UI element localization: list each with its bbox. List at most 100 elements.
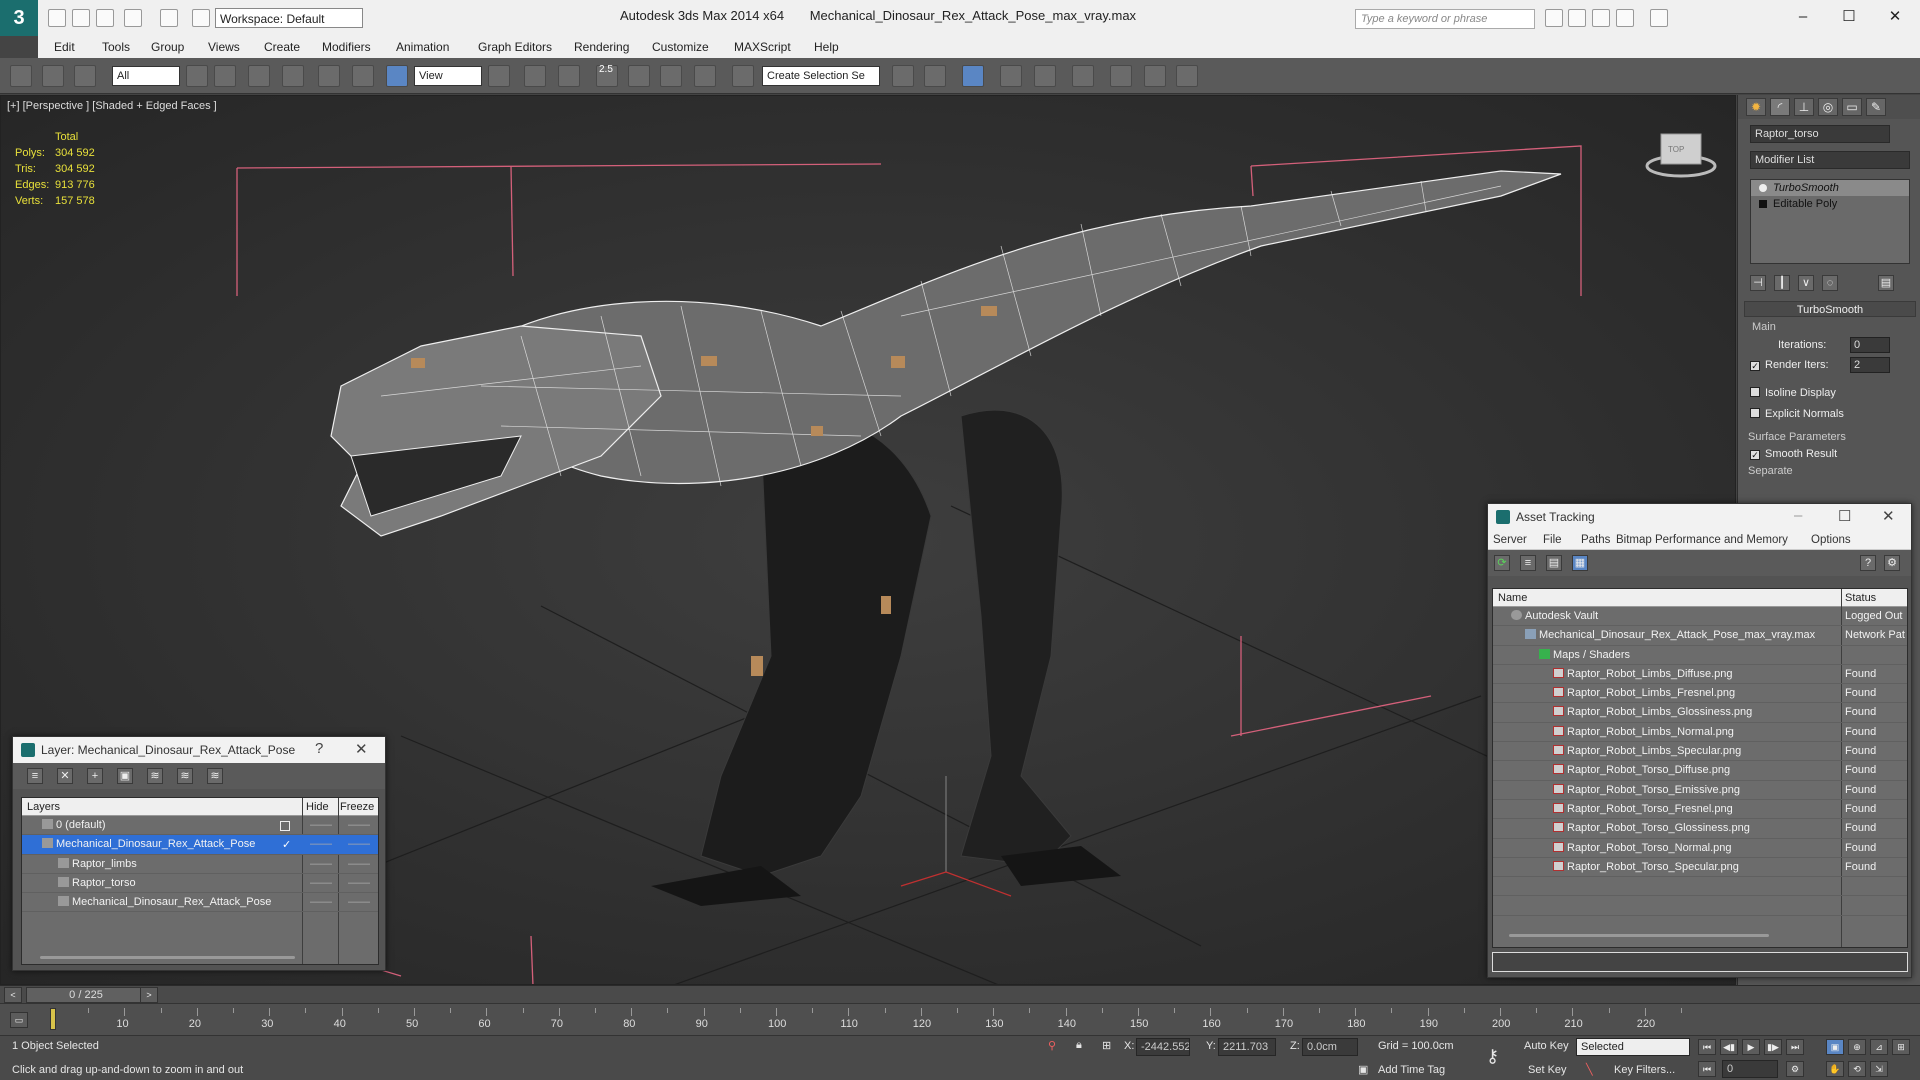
col-name[interactable]: Name: [1498, 592, 1527, 604]
menu-animation[interactable]: Animation: [396, 40, 449, 54]
link-icon[interactable]: [10, 65, 32, 87]
create-layer-icon[interactable]: ≡: [27, 768, 43, 784]
save-file-icon[interactable]: [96, 9, 114, 27]
freeze-toggle[interactable]: ——: [348, 819, 370, 831]
minimize-icon[interactable]: –: [1790, 6, 1816, 28]
add-time-tag-icon[interactable]: ▣: [1358, 1063, 1368, 1076]
menu-modifiers[interactable]: Modifiers: [322, 40, 371, 54]
named-selection-dropdown[interactable]: Create Selection Se: [762, 66, 880, 86]
configure-sets-icon[interactable]: ▤: [1878, 275, 1894, 291]
workspace-dropdown[interactable]: Workspace: Default: [215, 8, 363, 28]
menu-create[interactable]: Create: [264, 40, 300, 54]
asset-minimize-icon[interactable]: –: [1794, 507, 1802, 524]
menu-maxscript[interactable]: MAXScript: [734, 40, 791, 54]
asset-help-icon[interactable]: ?: [1860, 555, 1876, 571]
current-layer-box[interactable]: [280, 821, 290, 831]
asset-settings-icon[interactable]: ⚙: [1884, 555, 1900, 571]
render-setup-icon[interactable]: [1144, 65, 1166, 87]
object-name-field[interactable]: Raptor_torso: [1750, 125, 1890, 143]
render-iters-checkbox[interactable]: ✓: [1750, 361, 1760, 371]
smooth-result-checkbox[interactable]: ✓: [1750, 450, 1760, 460]
add-time-tag[interactable]: Add Time Tag: [1378, 1064, 1445, 1076]
add-to-layer-icon[interactable]: +: [87, 768, 103, 784]
menu-views[interactable]: Views: [208, 40, 240, 54]
play-icon[interactable]: ▶: [1742, 1039, 1760, 1055]
go-to-end-icon[interactable]: ⏭: [1786, 1039, 1804, 1055]
selection-set-dropdown[interactable]: Selected: [1576, 1038, 1690, 1056]
time-config-icon[interactable]: ⚙: [1786, 1061, 1804, 1077]
time-next-icon[interactable]: >: [140, 987, 158, 1003]
lock-selection-icon[interactable]: 🔒︎: [1076, 1039, 1082, 1052]
track-bar[interactable]: ▭ 10 20 30 40 50 60 70 80 90 100 110 120 130 140 150 16…: [0, 1003, 1920, 1035]
bind-space-warp-icon[interactable]: [74, 65, 96, 87]
delete-layer-icon[interactable]: ✕: [57, 768, 73, 784]
refresh-icon[interactable]: ⟳: [1494, 555, 1510, 571]
app-logo-icon[interactable]: 3: [0, 0, 38, 36]
key-mode-toggle-icon[interactable]: ⏮: [1698, 1061, 1716, 1077]
asset-row[interactable]: Raptor_Robot_Torso_Glossiness.png Found: [1493, 819, 1907, 839]
close-window-icon[interactable]: ✕: [1882, 6, 1908, 28]
angle-snap-icon[interactable]: [628, 65, 650, 87]
bulb-icon[interactable]: [1759, 184, 1767, 192]
mini-curve-editor-icon[interactable]: ▭: [10, 1012, 28, 1028]
pan-icon[interactable]: ✋: [1826, 1061, 1844, 1077]
list-view-icon[interactable]: ≡: [1520, 555, 1536, 571]
set-key-button[interactable]: Set Key: [1528, 1064, 1567, 1076]
material-editor-icon[interactable]: [1110, 65, 1132, 87]
asset-scrollbar[interactable]: [1509, 934, 1769, 937]
project-folder-icon[interactable]: [192, 9, 210, 27]
layer-manager-icon[interactable]: [962, 65, 984, 87]
keyboard-shortcut-icon[interactable]: [558, 65, 580, 87]
asset-row[interactable]: Mechanical_Dinosaur_Rex_Attack_Pose_max_…: [1493, 626, 1907, 646]
asset-close-icon[interactable]: ✕: [1882, 507, 1895, 525]
col-status[interactable]: Status: [1845, 592, 1876, 604]
col-layers[interactable]: Layers: [27, 801, 60, 813]
layer-window-title-bar[interactable]: Layer: Mechanical_Dinosaur_Rex_Attack_Po…: [13, 737, 385, 763]
freeze-all-layers-icon[interactable]: ≋: [207, 768, 223, 784]
asset-row[interactable]: Maps / Shaders: [1493, 646, 1907, 665]
hide-toggle[interactable]: ——: [310, 877, 332, 889]
current-frame-field[interactable]: 0: [1722, 1060, 1778, 1078]
redo-icon[interactable]: [160, 9, 178, 27]
create-tab-icon[interactable]: ✹: [1746, 98, 1766, 116]
menu-group[interactable]: Group: [151, 40, 184, 54]
utilities-tab-icon[interactable]: ✎: [1866, 98, 1886, 116]
modifier-list-dropdown[interactable]: Modifier List: [1750, 151, 1910, 169]
freeze-toggle[interactable]: ——: [348, 877, 370, 889]
rotate-icon[interactable]: [352, 65, 374, 87]
col-freeze[interactable]: Freeze: [340, 801, 374, 813]
isoline-checkbox[interactable]: [1750, 387, 1760, 397]
hide-all-layers-icon[interactable]: ≋: [177, 768, 193, 784]
asset-row[interactable]: Autodesk Vault Logged Out: [1493, 607, 1907, 627]
stack-item-turbosmooth[interactable]: TurboSmooth: [1751, 180, 1909, 196]
previous-frame-icon[interactable]: ◀▮: [1720, 1039, 1738, 1055]
field-of-view-icon[interactable]: ⊿: [1870, 1039, 1888, 1055]
freeze-toggle[interactable]: ——: [348, 858, 370, 870]
communication-icon[interactable]: [1592, 9, 1610, 27]
x-coordinate-field[interactable]: -2442.552: [1136, 1038, 1190, 1056]
hide-toggle[interactable]: ——: [310, 819, 332, 831]
asset-row[interactable]: Raptor_Robot_Limbs_Normal.png Found: [1493, 723, 1907, 743]
stack-item-editable-poly[interactable]: Editable Poly: [1751, 196, 1909, 212]
asset-menu-file[interactable]: File: [1543, 534, 1562, 546]
select-in-layer-icon[interactable]: ▣: [117, 768, 133, 784]
select-by-name-icon[interactable]: [214, 65, 236, 87]
hide-toggle[interactable]: ——: [310, 896, 332, 908]
graphite-ribbon-icon[interactable]: [1000, 65, 1022, 87]
layer-row-main[interactable]: Mechanical_Dinosaur_Rex_Attack_Pose ✓ ——…: [22, 835, 378, 855]
z-coordinate-field[interactable]: 0.0cm: [1302, 1038, 1358, 1056]
asset-row[interactable]: Raptor_Robot_Limbs_Fresnel.png Found: [1493, 684, 1907, 704]
layer-close-icon[interactable]: ✕: [355, 740, 368, 758]
select-object-icon[interactable]: [186, 65, 208, 87]
display-tab-icon[interactable]: ▭: [1842, 98, 1862, 116]
layer-row-default[interactable]: 0 (default) —— ——: [22, 816, 378, 836]
walk-through-icon[interactable]: ⇲: [1870, 1061, 1888, 1077]
asset-menu-paths[interactable]: Paths: [1581, 534, 1610, 546]
asset-menu-bitmap[interactable]: Bitmap Performance and Memory: [1616, 534, 1788, 546]
asset-row[interactable]: Raptor_Robot_Limbs_Diffuse.png Found: [1493, 665, 1907, 685]
menu-tools[interactable]: Tools: [102, 40, 130, 54]
layer-row-limbs[interactable]: Raptor_limbs —— ——: [22, 855, 378, 874]
spinner-snap-icon[interactable]: [694, 65, 716, 87]
hide-toggle[interactable]: ——: [310, 858, 332, 870]
maximize-icon[interactable]: ☐: [1836, 6, 1862, 28]
